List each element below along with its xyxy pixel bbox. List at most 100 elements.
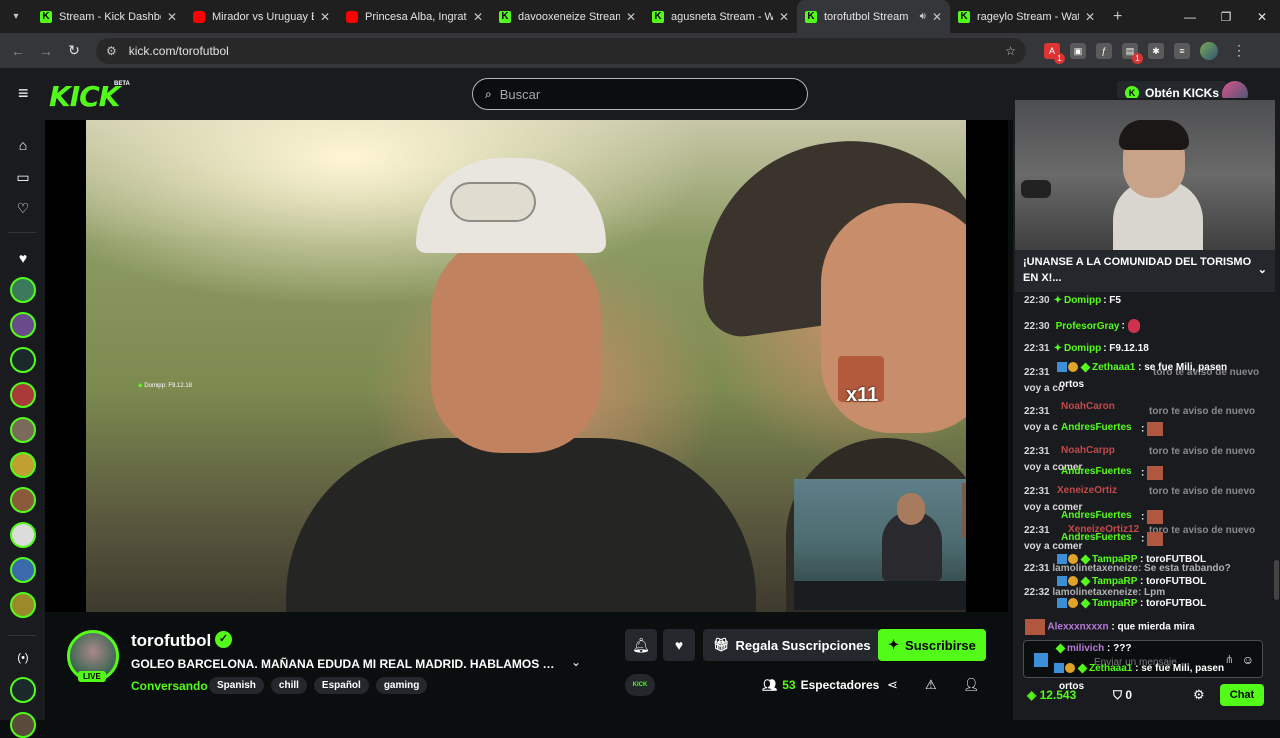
scrollbar[interactable] [1274, 560, 1279, 600]
tag[interactable]: chill [270, 677, 307, 694]
chat-username[interactable]: AndresFuertes [1061, 422, 1132, 433]
chevron-down-icon[interactable]: ⌄ [1258, 262, 1267, 278]
kebab-menu-icon[interactable]: ⋮ [1232, 42, 1246, 59]
emote [1147, 422, 1164, 436]
chat-message: 22:30 ProfesorGray: [1024, 319, 1140, 333]
recommended-channel-avatar[interactable] [10, 712, 36, 738]
followed-channel-avatar[interactable] [10, 592, 36, 618]
hamburger-menu-icon[interactable]: ≡ [18, 84, 29, 102]
live-badge: LIVE [78, 671, 106, 682]
close-tab-icon[interactable]: ✕ [1085, 10, 1095, 24]
restore-icon[interactable]: ❐ [1208, 0, 1244, 33]
browser-tab[interactable]: Krageylo Stream - Watc ✕ [950, 0, 1103, 33]
extension-icon[interactable]: ▤ 1 [1122, 42, 1143, 64]
person-left [431, 233, 601, 453]
close-tab-icon[interactable]: ✕ [167, 10, 177, 24]
followed-channel-avatar[interactable] [10, 522, 36, 548]
share-icon[interactable]: ⋖ [887, 677, 898, 693]
kick-mini-badge[interactable]: KICK [625, 674, 655, 696]
followed-channel-avatar[interactable] [10, 277, 36, 303]
minimize-icon[interactable]: — [1172, 0, 1208, 33]
browser-tab-active[interactable]: Ktorofutbol Stream 🔊︎ ✕ [797, 0, 950, 33]
browser-tab[interactable]: Kdavooxeneize Stream ✕ [491, 0, 644, 33]
emote [1147, 510, 1164, 524]
sub-count[interactable]: ⛉ 0 [1113, 688, 1132, 703]
report-warning-icon[interactable]: ⚠ [925, 677, 937, 693]
new-tab-icon[interactable]: + [1113, 8, 1122, 26]
url-bar[interactable]: ⚙︎ kick.com/torofutbol ☆ [96, 37, 1026, 64]
browser-tabbar: ▾ K Stream - Kick Dashboa ✕ Mirador vs Uru… [0, 0, 1280, 33]
close-window-icon[interactable]: ✕ [1244, 0, 1280, 33]
chat-message: Zethaaa1 : se fue Mili, pasen [1057, 362, 1227, 373]
sidebar-divider [8, 635, 36, 636]
tag[interactable]: Spanish [209, 677, 264, 694]
chat-username[interactable]: AndresFuertes [1061, 510, 1132, 521]
kicks-balance[interactable]: ◈ 12.543 [1027, 688, 1076, 702]
user-plus-icon[interactable]: 👤︎ [963, 677, 980, 693]
followed-channel-avatar[interactable] [10, 487, 36, 513]
recommended-channel-avatar[interactable] [10, 677, 36, 703]
followed-channel-avatar[interactable] [10, 382, 36, 408]
followed-channel-avatar[interactable] [10, 312, 36, 338]
pinned-message[interactable]: ¡UNANSE A LA COMUNIDAD DEL TORISMO EN X!… [1015, 250, 1275, 292]
profile-avatar[interactable] [1200, 41, 1218, 60]
video-chat-overlay: ◆ Domipp: F9.12.18 [138, 383, 193, 389]
stream-title: GOLEO BARCELONA. MAÑANA EDUDA MI REAL MA… [131, 657, 563, 671]
site-info-icon[interactable]: ⚙︎ [106, 44, 117, 58]
followed-channel-avatar[interactable] [10, 452, 36, 478]
forward-icon[interactable]: → [32, 43, 60, 59]
followed-channel-avatar[interactable] [10, 347, 36, 373]
gear-icon[interactable]: ⚙︎ [1193, 687, 1205, 703]
emote-picker-icon[interactable]: ⋔ [1225, 653, 1234, 666]
close-tab-icon[interactable]: ✕ [320, 10, 330, 24]
bookmark-star-icon[interactable]: ☆ [1005, 44, 1016, 58]
verified-check-icon: ✓ [215, 631, 232, 648]
close-tab-icon[interactable]: ✕ [932, 10, 942, 24]
puzzle-icon[interactable]: ✱ [1148, 42, 1164, 59]
gift-subs-button[interactable]: 🎁︎ Regala Suscripciones [703, 629, 881, 661]
extension-icon[interactable]: A1 [1044, 42, 1065, 64]
following-heart-icon[interactable]: ♡ [14, 199, 32, 217]
back-icon[interactable]: ← [4, 43, 32, 59]
browser-tab[interactable]: Mirador vs Uruguay Bu ✕ [185, 0, 338, 33]
extension-icon[interactable]: ƒ [1096, 42, 1112, 59]
home-icon[interactable]: ⌂ [14, 136, 32, 154]
chevron-down-icon[interactable]: ⌄ [571, 655, 581, 669]
chat-footer: ◈ 12.543 ⛉ 0 ⚙︎ Chat [1013, 683, 1280, 713]
followed-heart-icon[interactable]: ♥ [14, 249, 32, 267]
notification-bell-button[interactable]: 🔔︎ [625, 629, 657, 661]
expand-sidebar-icon[interactable]: (•) [14, 649, 32, 667]
media-icon[interactable]: ≡ [1174, 42, 1190, 59]
video-player[interactable]: ◆ Domipp: F9.12.18 x11 [45, 120, 1008, 612]
extension-icon[interactable]: ▣ [1070, 42, 1086, 59]
chat-panel: ¡UNANSE A LA COMUNIDAD DEL TORISMO EN X!… [1013, 98, 1280, 720]
follow-heart-button[interactable]: ♥ [663, 629, 695, 661]
browser-tab[interactable]: K Stream - Kick Dashboa ✕ [32, 0, 185, 33]
chat-username[interactable]: AndresFuertes [1061, 532, 1132, 543]
kick-favicon-icon: K [958, 10, 970, 23]
search-input[interactable]: ⌕ Buscar [472, 78, 808, 110]
chat-username[interactable]: AndresFuertes [1061, 466, 1132, 477]
close-tab-icon[interactable]: ✕ [779, 10, 789, 24]
tag[interactable]: gaming [375, 677, 428, 694]
followed-channel-avatar[interactable] [10, 557, 36, 583]
subscribe-button[interactable]: ✦ Suscribirse [878, 629, 986, 661]
extensions-area: A1 ▣ ƒ ▤ 1 ✱ ≡ ⋮ [1044, 41, 1246, 64]
reload-icon[interactable]: ↻ [60, 42, 88, 59]
kick-logo[interactable]: KICK [49, 80, 120, 113]
tab-search-icon[interactable]: ▾ [0, 0, 32, 33]
close-tab-icon[interactable]: ✕ [626, 10, 636, 24]
tag[interactable]: Español [313, 677, 369, 694]
followed-channel-avatar[interactable] [10, 417, 36, 443]
speaker-icon[interactable]: 🔊︎ [920, 11, 926, 22]
chat-message: 22:31 [1024, 367, 1050, 378]
emoji-icon[interactable]: ☺ [1242, 653, 1254, 667]
send-chat-button[interactable]: Chat [1220, 684, 1264, 706]
browse-icon[interactable]: ▭ [14, 168, 32, 186]
close-tab-icon[interactable]: ✕ [473, 10, 483, 24]
browser-tab[interactable]: Princesa Alba, Ingrata ✕ [338, 0, 491, 33]
stream-category[interactable]: Conversando [131, 679, 208, 693]
channel-name[interactable]: torofutbol [131, 631, 211, 651]
browser-tab[interactable]: Kagusneta Stream - Wa ✕ [644, 0, 797, 33]
chat-input[interactable]: milivich : ??? Enviar un mensaje Zethaaa… [1023, 640, 1263, 678]
